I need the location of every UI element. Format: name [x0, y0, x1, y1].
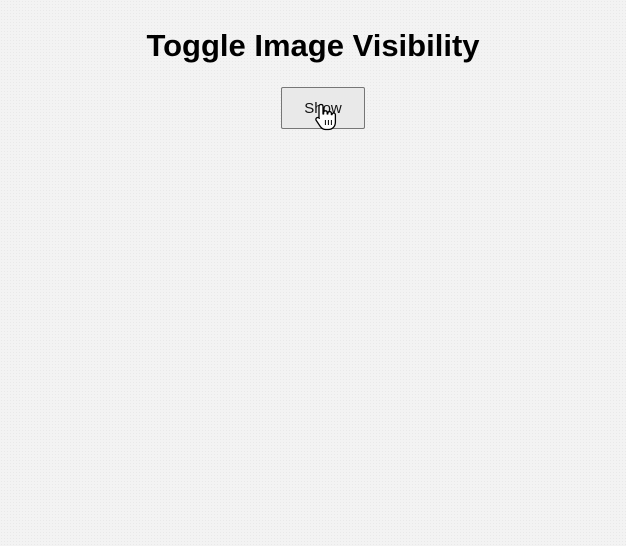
show-button[interactable]: Show: [281, 87, 365, 129]
page-title: Toggle Image Visibility: [146, 28, 480, 63]
